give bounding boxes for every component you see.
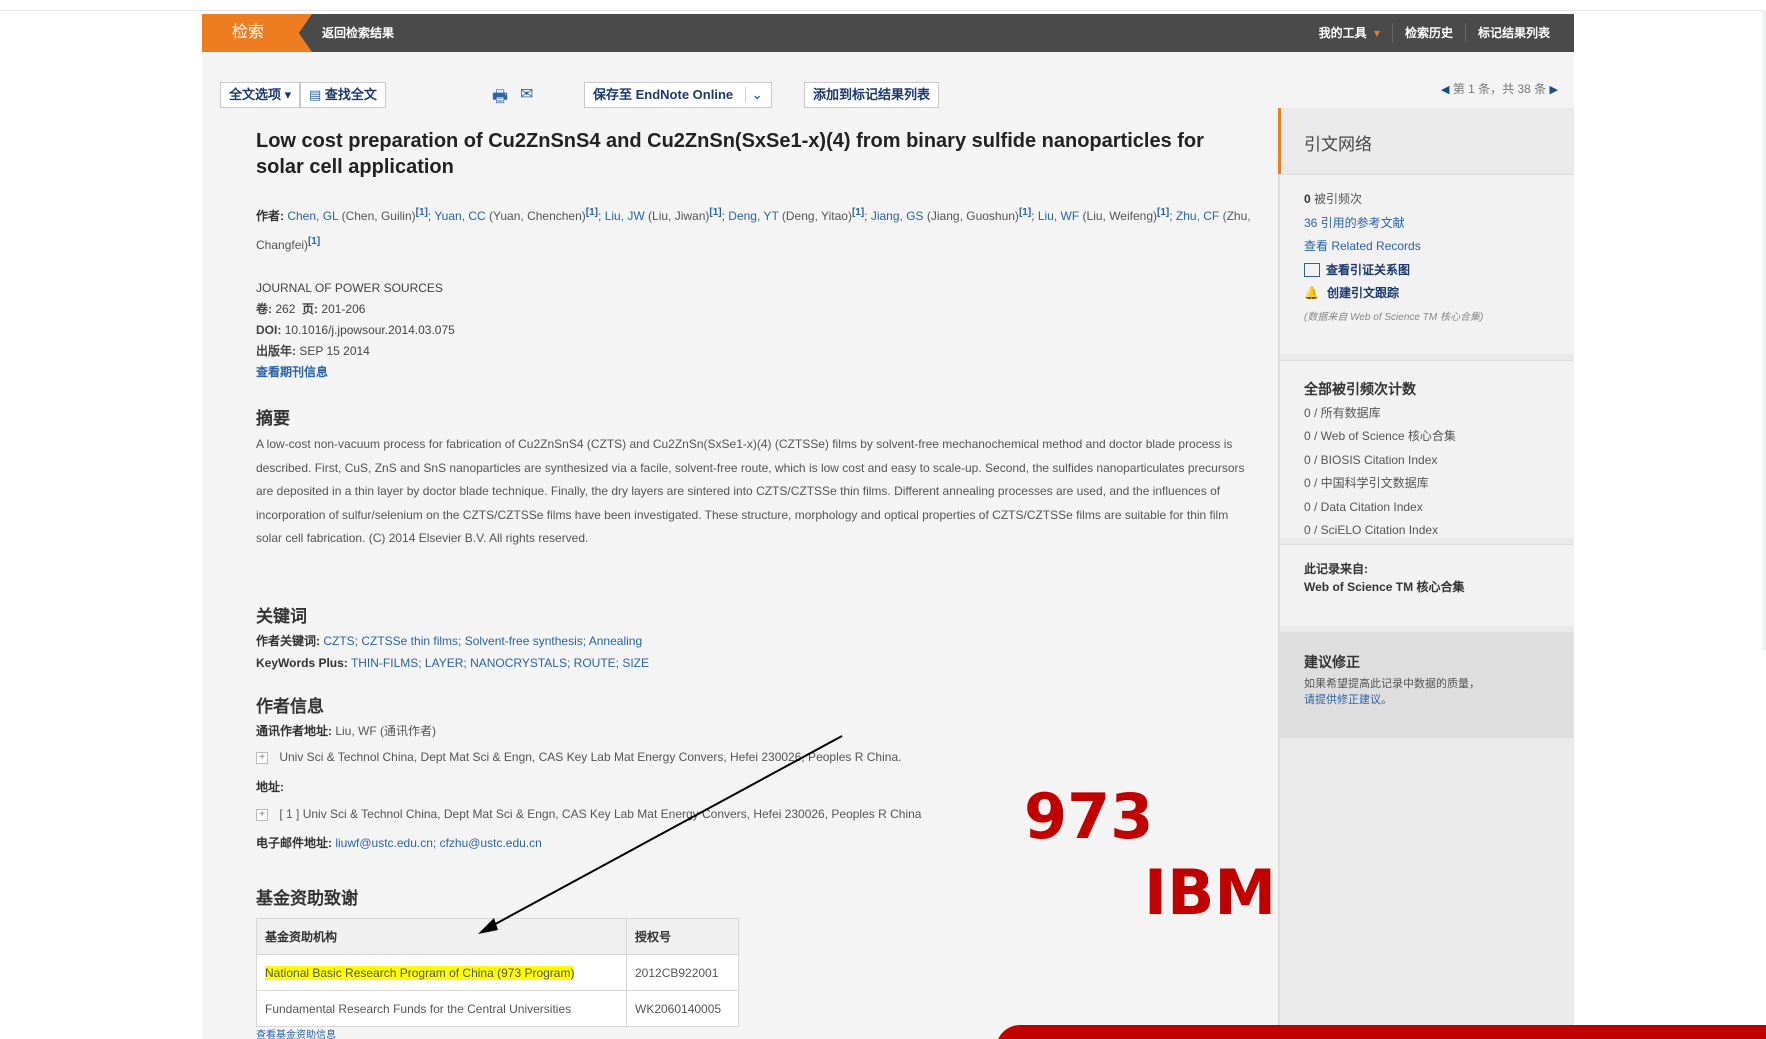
label-973: 973 <box>1024 780 1154 853</box>
red-banner-shape <box>996 1025 1766 1039</box>
arrow-line <box>487 735 843 929</box>
label-ibm: IBM <box>1144 856 1277 929</box>
annotation-arrow <box>478 735 843 934</box>
arrow-head <box>478 918 498 934</box>
